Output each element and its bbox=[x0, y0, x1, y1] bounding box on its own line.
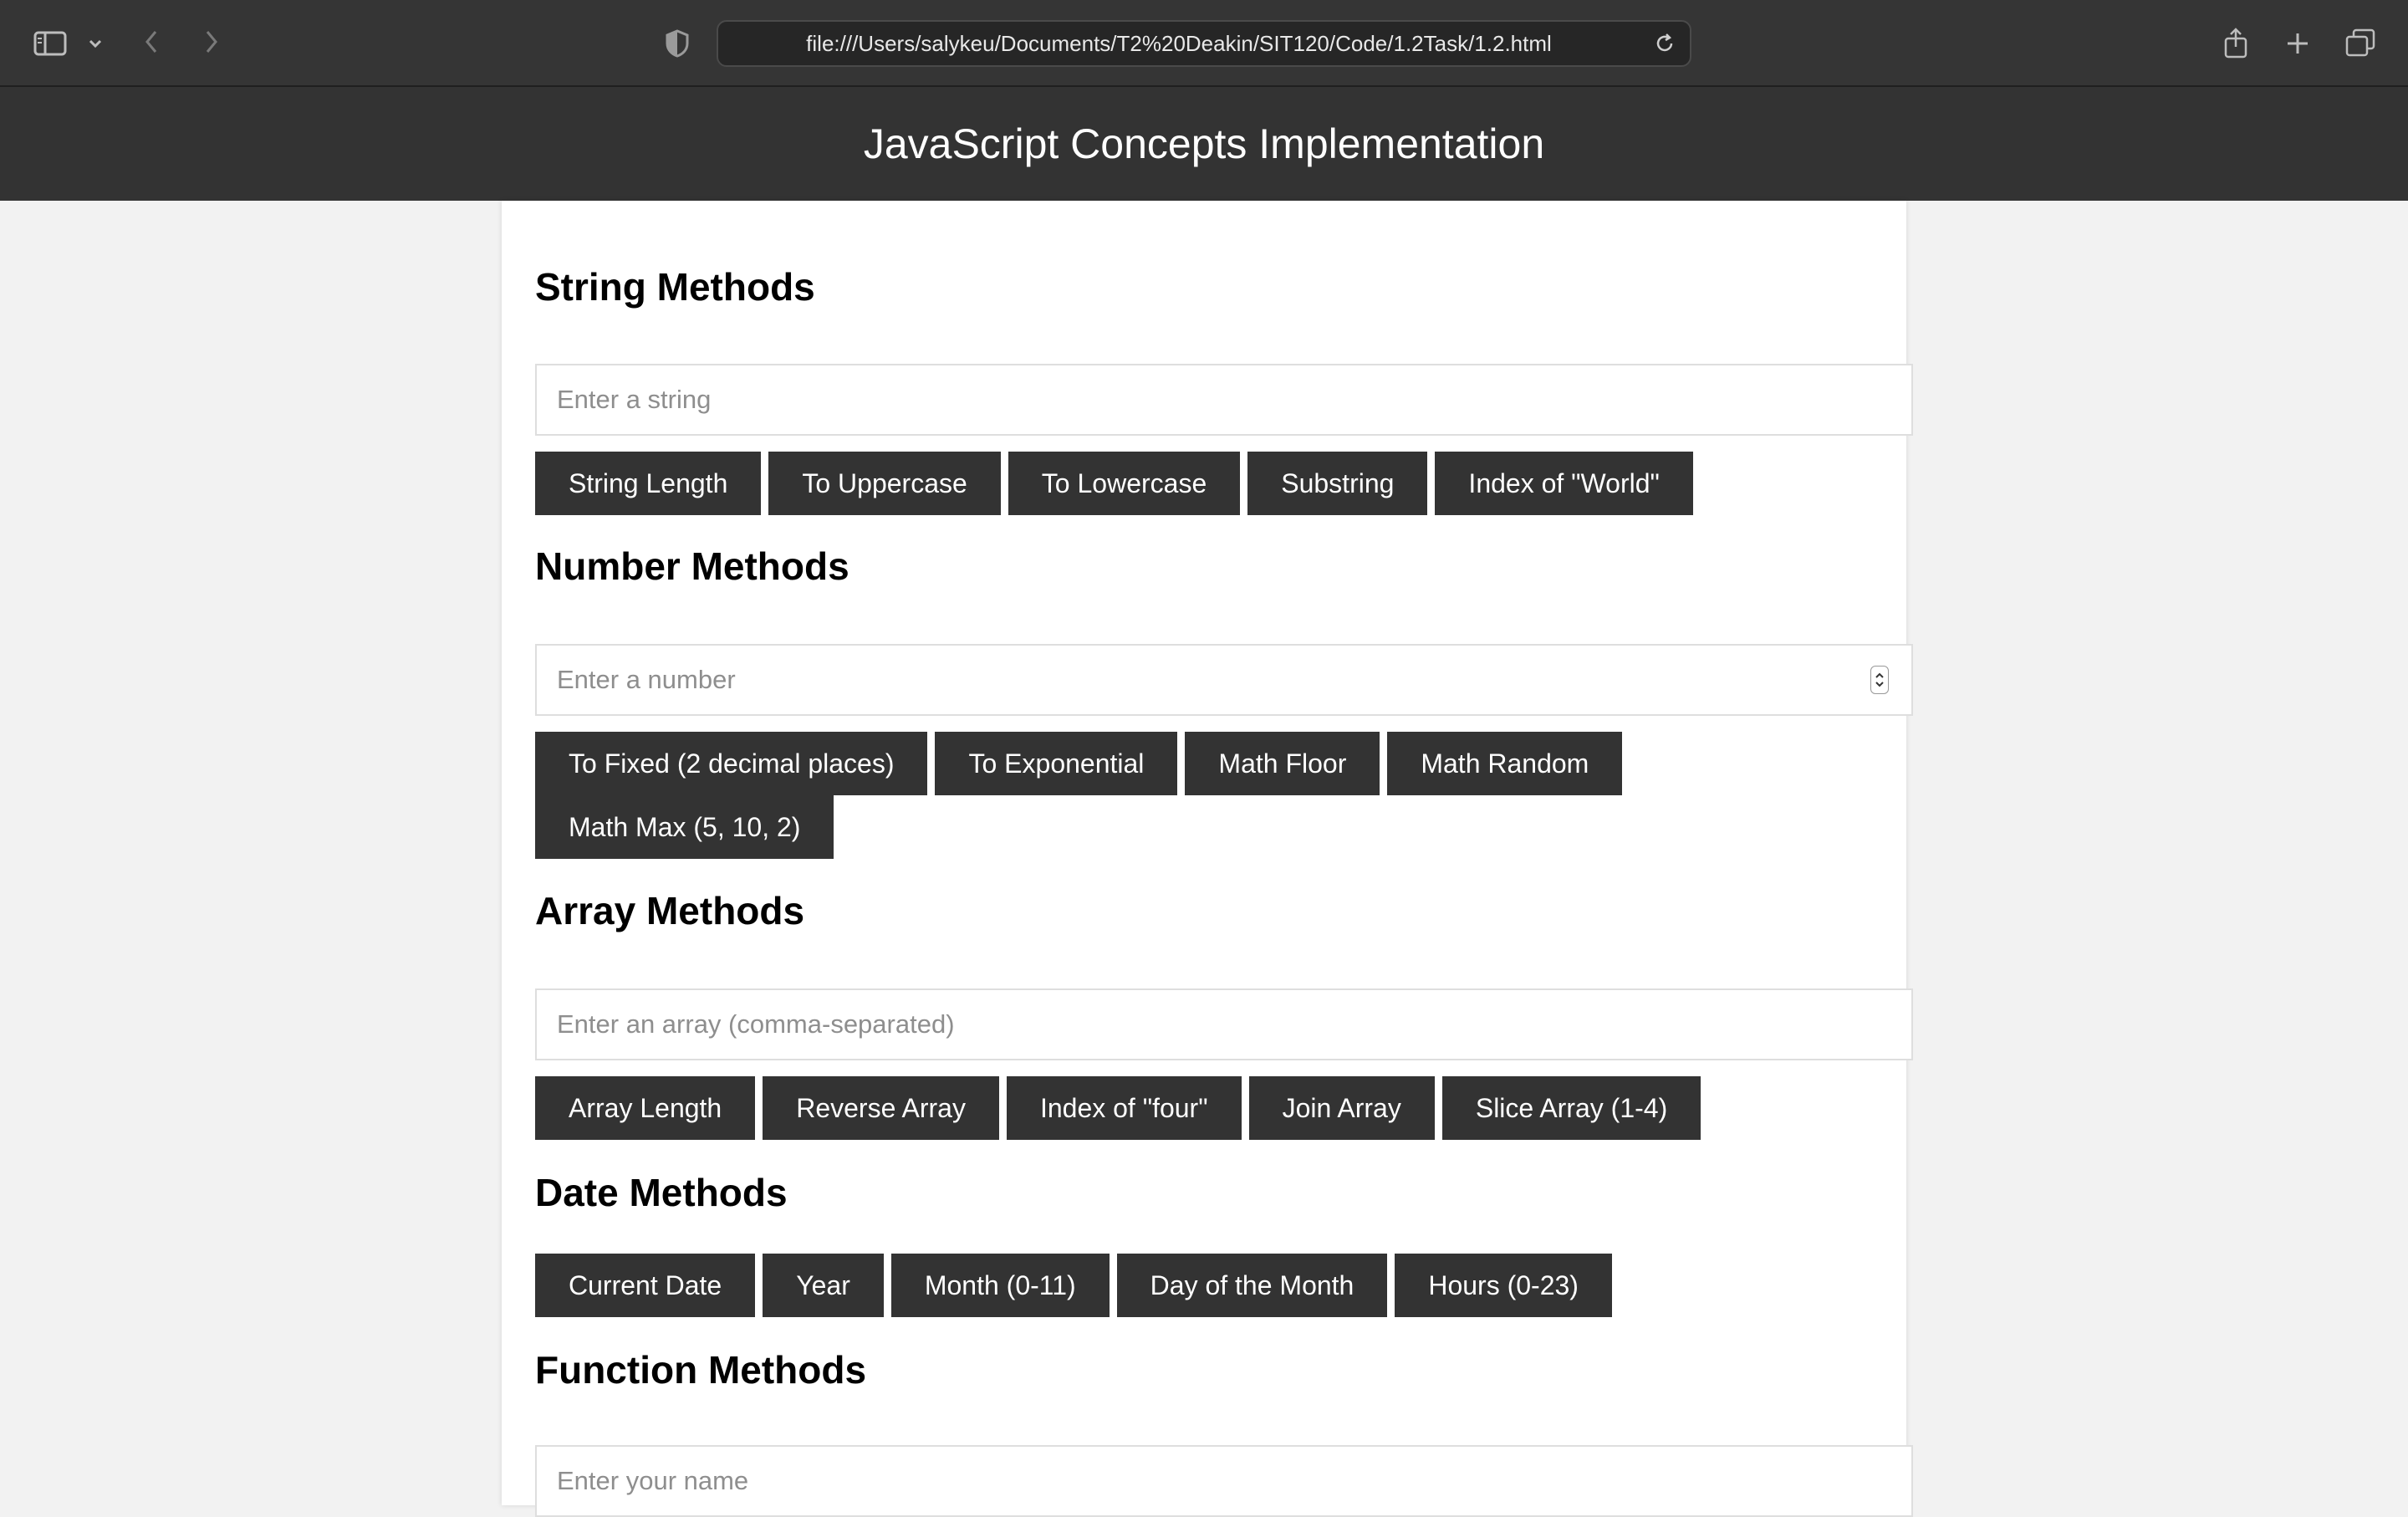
to-fixed-button[interactable]: To Fixed (2 decimal places) bbox=[535, 732, 928, 795]
string-length-button[interactable]: String Length bbox=[535, 452, 762, 515]
tabs-overview-icon[interactable] bbox=[2343, 25, 2378, 60]
to-exponential-button[interactable]: To Exponential bbox=[935, 732, 1178, 795]
reload-icon[interactable] bbox=[1651, 30, 1678, 57]
array-methods-title: Array Methods bbox=[535, 889, 805, 932]
share-icon[interactable] bbox=[2221, 23, 2251, 62]
month-button[interactable]: Month (0-11) bbox=[890, 1254, 1110, 1317]
slice-array-button[interactable]: Slice Array (1-4) bbox=[1441, 1076, 1701, 1140]
new-tab-icon[interactable] bbox=[2281, 27, 2314, 60]
array-button-row: Array Length Reverse Array Index of "fou… bbox=[535, 1076, 1913, 1140]
string-methods-title: String Methods bbox=[535, 265, 815, 309]
array-input[interactable] bbox=[535, 988, 1913, 1060]
math-random-button[interactable]: Math Random bbox=[1387, 732, 1623, 795]
page-header: JavaScript Concepts Implementation bbox=[0, 87, 2408, 201]
chevron-down-icon[interactable] bbox=[85, 32, 105, 55]
hours-button[interactable]: Hours (0-23) bbox=[1395, 1254, 1612, 1317]
content-card: String Methods String Length To Uppercas… bbox=[502, 201, 1913, 1517]
back-icon[interactable] bbox=[139, 25, 164, 59]
string-input[interactable] bbox=[535, 364, 1913, 436]
shield-icon[interactable] bbox=[661, 27, 694, 60]
index-of-four-button[interactable]: Index of "four" bbox=[1006, 1076, 1242, 1140]
to-uppercase-button[interactable]: To Uppercase bbox=[768, 452, 1001, 515]
sidebar-icon[interactable] bbox=[32, 28, 69, 59]
number-input[interactable] bbox=[535, 644, 1913, 716]
date-methods-title: Date Methods bbox=[535, 1171, 788, 1214]
name-input[interactable] bbox=[535, 1445, 1913, 1517]
page-title: JavaScript Concepts Implementation bbox=[863, 120, 1545, 167]
to-lowercase-button[interactable]: To Lowercase bbox=[1008, 452, 1241, 515]
year-button[interactable]: Year bbox=[763, 1254, 884, 1317]
browser-toolbar: file:///Users/salykeu/Documents/T2%20Dea… bbox=[0, 0, 2408, 87]
math-max-button[interactable]: Math Max (5, 10, 2) bbox=[535, 795, 834, 859]
reverse-array-button[interactable]: Reverse Array bbox=[763, 1076, 999, 1140]
address-bar[interactable]: file:///Users/salykeu/Documents/T2%20Dea… bbox=[717, 20, 1691, 67]
number-stepper[interactable] bbox=[1870, 666, 1889, 694]
date-button-row: Current Date Year Month (0-11) Day of th… bbox=[535, 1254, 1913, 1317]
function-methods-title: Function Methods bbox=[535, 1348, 867, 1392]
index-of-world-button[interactable]: Index of "World" bbox=[1435, 452, 1693, 515]
forward-icon[interactable] bbox=[199, 25, 224, 59]
url-text[interactable]: file:///Users/salykeu/Documents/T2%20Dea… bbox=[718, 22, 1640, 65]
current-date-button[interactable]: Current Date bbox=[535, 1254, 756, 1317]
day-of-month-button[interactable]: Day of the Month bbox=[1116, 1254, 1388, 1317]
substring-button[interactable]: Substring bbox=[1247, 452, 1428, 515]
array-length-button[interactable]: Array Length bbox=[535, 1076, 756, 1140]
string-button-row: String Length To Uppercase To Lowercase … bbox=[535, 452, 1913, 515]
join-array-button[interactable]: Join Array bbox=[1248, 1076, 1435, 1140]
math-floor-button[interactable]: Math Floor bbox=[1185, 732, 1380, 795]
number-button-row: To Fixed (2 decimal places) To Exponenti… bbox=[535, 732, 1913, 859]
number-methods-title: Number Methods bbox=[535, 544, 849, 588]
